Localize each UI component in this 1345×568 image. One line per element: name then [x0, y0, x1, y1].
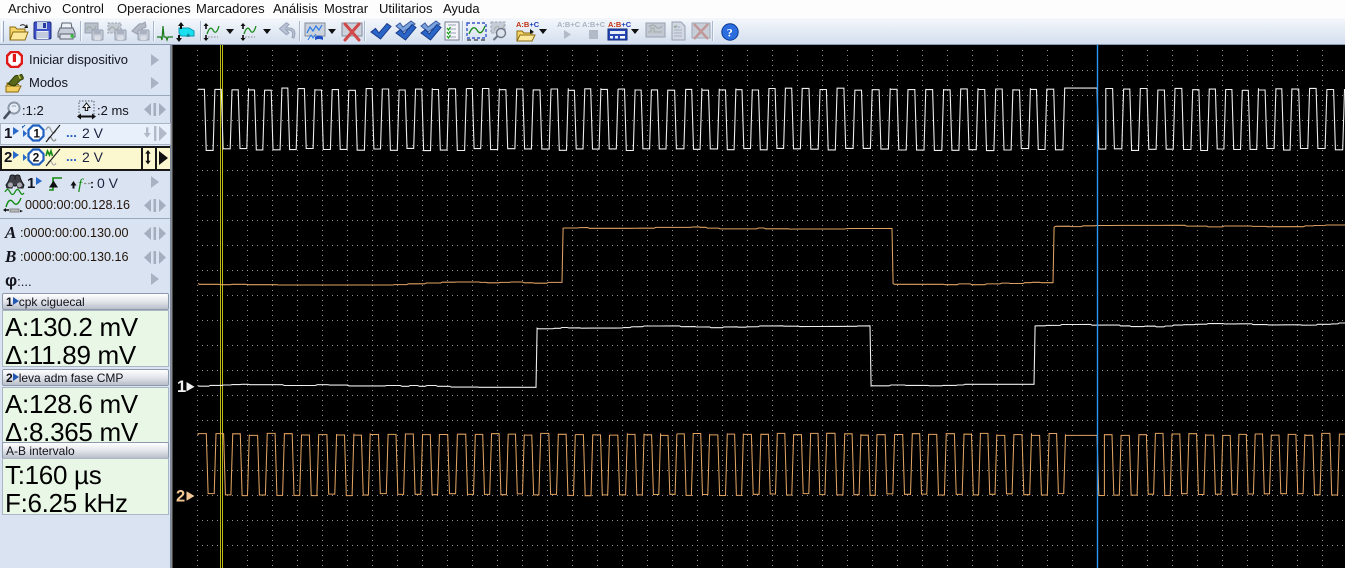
svg-text:1: 1 — [177, 378, 186, 396]
svg-text:2: 2 — [176, 488, 185, 506]
svg-text:2: 2 — [33, 151, 40, 165]
svg-text:A:B+C: A:B+C — [608, 20, 632, 29]
svg-text:A:B+C: A:B+C — [557, 20, 581, 29]
svg-text:A:B+C: A:B+C — [582, 20, 606, 29]
svg-text::: : — [90, 177, 94, 191]
svg-text:?: ? — [727, 26, 733, 40]
svg-text:1: 1 — [33, 127, 40, 141]
svg-text:A:B+C: A:B+C — [516, 20, 540, 29]
svg-text:f: f — [78, 177, 84, 193]
